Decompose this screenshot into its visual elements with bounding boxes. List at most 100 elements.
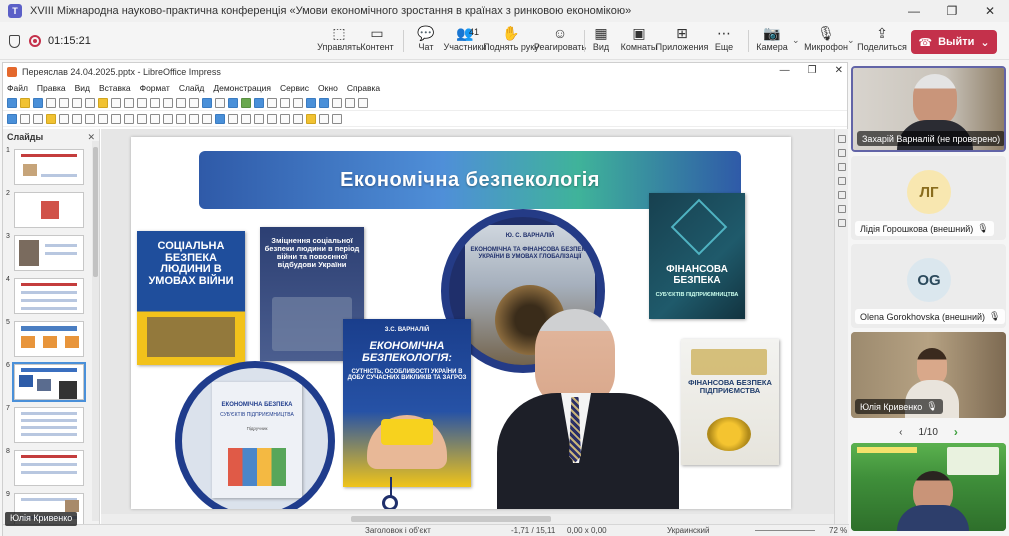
maximize-button[interactable]: ❐: [933, 0, 971, 22]
properties-icon[interactable]: [837, 135, 846, 143]
3d-icon[interactable]: [215, 113, 225, 124]
menu-tools[interactable]: Сервис: [280, 83, 309, 93]
zoom-slider[interactable]: [755, 530, 815, 531]
export-icon[interactable]: [46, 97, 56, 108]
find-icon[interactable]: [163, 97, 173, 108]
fill-color-icon[interactable]: [46, 113, 56, 124]
impress-close-button[interactable]: ✕: [835, 65, 843, 76]
minimize-button[interactable]: —: [895, 0, 933, 22]
cut-icon[interactable]: [72, 97, 82, 108]
grid-icon[interactable]: [189, 97, 199, 108]
menu-insert[interactable]: Вставка: [99, 83, 131, 93]
navigator-icon[interactable]: [837, 219, 846, 227]
leave-button[interactable]: ☎ Выйти ⌄: [911, 30, 997, 54]
slide-thumbnail[interactable]: 1: [3, 147, 89, 185]
align-icon[interactable]: [241, 113, 251, 124]
clear-icon[interactable]: [124, 97, 134, 108]
impress-maximize-button[interactable]: ❐: [808, 65, 817, 76]
menu-window[interactable]: Окно: [318, 83, 338, 93]
line-color-icon[interactable]: [33, 113, 43, 124]
arrange-icon[interactable]: [254, 113, 264, 124]
close-button[interactable]: ✕: [971, 0, 1009, 22]
raise-hand-button[interactable]: ✋ Поднять руку: [483, 25, 539, 57]
crop-icon[interactable]: [280, 113, 290, 124]
select-icon[interactable]: [7, 113, 17, 124]
spelling-icon[interactable]: [176, 97, 186, 108]
fontwork-icon[interactable]: [306, 97, 316, 108]
more-button[interactable]: ⋯ Еще: [698, 25, 750, 57]
print-icon[interactable]: [59, 97, 69, 108]
extrusion-icon[interactable]: [306, 113, 316, 124]
slide-thumbnail[interactable]: 2: [3, 190, 89, 228]
glue-icon[interactable]: [332, 113, 342, 124]
symbol-shapes-icon[interactable]: [150, 113, 160, 124]
menu-view[interactable]: Вид: [75, 83, 90, 93]
basic-shapes-icon[interactable]: [137, 113, 147, 124]
redo-icon[interactable]: [150, 97, 160, 108]
camera-chevron-icon[interactable]: ⌄: [792, 35, 800, 46]
duplicate-slide-icon[interactable]: [345, 97, 355, 108]
gallery-icon[interactable]: [837, 205, 846, 213]
participant-tile[interactable]: [851, 443, 1006, 531]
arrow-icon[interactable]: [98, 113, 108, 124]
share-button[interactable]: ⇪ Поделиться: [856, 25, 908, 57]
connector-icon[interactable]: [124, 113, 134, 124]
content-button[interactable]: ▭ Контент: [351, 25, 403, 57]
display-icon[interactable]: [202, 97, 212, 108]
block-arrows-icon[interactable]: [163, 113, 173, 124]
clone-icon[interactable]: [111, 97, 121, 108]
participants-button[interactable]: 👥 41 Участники: [439, 25, 491, 57]
ellipse-icon[interactable]: [85, 113, 95, 124]
participant-tile[interactable]: Захарій Варналій (не проверено): [851, 66, 1006, 152]
textbox-icon[interactable]: [280, 97, 290, 108]
chevron-left-icon[interactable]: ‹: [899, 427, 902, 438]
microphone-chevron-icon[interactable]: ⌄: [847, 35, 855, 46]
points-icon[interactable]: [319, 113, 329, 124]
rotate-icon[interactable]: [228, 113, 238, 124]
chevron-right-icon[interactable]: ›: [954, 425, 958, 439]
styles-icon[interactable]: [837, 191, 846, 199]
menu-edit[interactable]: Правка: [37, 83, 66, 93]
animation-icon[interactable]: [837, 163, 846, 171]
menu-slideshow[interactable]: Демонстрация: [213, 83, 271, 93]
line-icon[interactable]: [59, 113, 69, 124]
open-icon[interactable]: [20, 97, 30, 108]
slide-canvas[interactable]: Економічна безпекологія СОЦІАЛЬНА БЕЗПЕК…: [131, 137, 791, 509]
media-icon[interactable]: [254, 97, 264, 108]
rectangle-icon[interactable]: [72, 113, 82, 124]
stars-icon[interactable]: [202, 113, 212, 124]
slide-thumbnail-active[interactable]: 6: [3, 362, 89, 402]
zoom-icon[interactable]: [20, 113, 30, 124]
copy-icon[interactable]: [85, 97, 95, 108]
menu-file[interactable]: Файл: [7, 83, 28, 93]
master-icon[interactable]: [215, 97, 225, 108]
transition-icon[interactable]: [837, 149, 846, 157]
menu-help[interactable]: Справка: [347, 83, 380, 93]
save-icon[interactable]: [33, 97, 43, 108]
participant-tile[interactable]: OG Olena Gorokhovska (внешний) 🎙: [851, 244, 1006, 328]
menu-slide[interactable]: Слайд: [179, 83, 205, 93]
callout-icon[interactable]: [189, 113, 199, 124]
shield-icon[interactable]: [9, 35, 20, 48]
menu-format[interactable]: Формат: [140, 83, 170, 93]
slideshow-icon[interactable]: [319, 97, 329, 108]
participant-tile[interactable]: Юлія Кривенко 🎙: [851, 332, 1006, 418]
new-slide-icon[interactable]: [332, 97, 342, 108]
slide-thumbnail[interactable]: 3: [3, 233, 89, 271]
undo-icon[interactable]: [137, 97, 147, 108]
delete-slide-icon[interactable]: [358, 97, 368, 108]
slide-thumbnail[interactable]: 8: [3, 448, 89, 486]
image-icon[interactable]: [241, 97, 251, 108]
new-icon[interactable]: [7, 97, 17, 108]
chevron-down-icon[interactable]: ⌄: [980, 36, 989, 49]
horizontal-scrollbar[interactable]: [101, 514, 834, 524]
slide-thumbnail[interactable]: 4: [3, 276, 89, 314]
flowchart-icon[interactable]: [176, 113, 186, 124]
table-icon[interactable]: [228, 97, 238, 108]
master-slides-icon[interactable]: [837, 177, 846, 185]
shadow-icon[interactable]: [267, 113, 277, 124]
paste-icon[interactable]: [98, 97, 108, 108]
filter-icon[interactable]: [293, 113, 303, 124]
microphone-button[interactable]: 🎙 Микрофон: [800, 25, 852, 57]
slides-scrollbar[interactable]: [92, 141, 99, 521]
